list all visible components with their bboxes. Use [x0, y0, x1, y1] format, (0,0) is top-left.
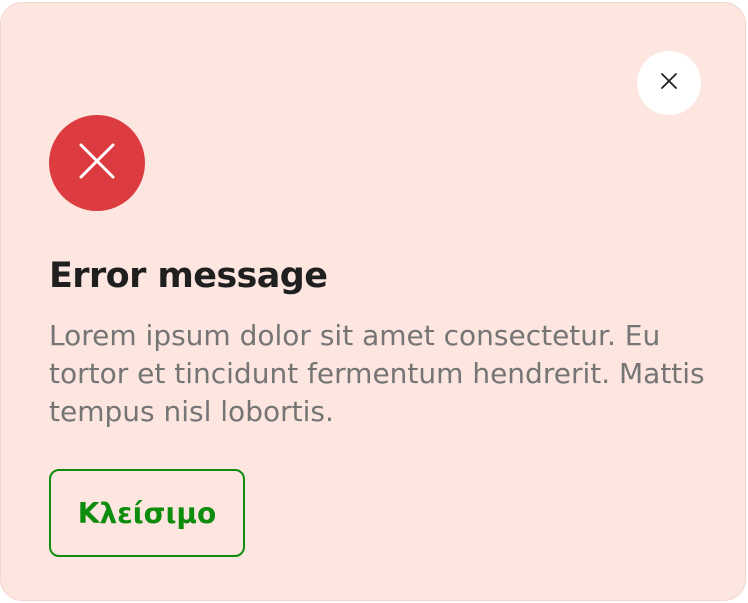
dialog-message: Lorem ipsum dolor sit amet consectetur. … — [49, 319, 705, 428]
error-dialog: Error message Lorem ipsum dolor sit amet… — [0, 2, 746, 601]
close-button[interactable] — [637, 51, 701, 115]
close-action-button[interactable]: Κλείσιμο — [49, 469, 245, 557]
close-icon — [659, 71, 679, 95]
error-icon-badge — [49, 115, 145, 211]
dialog-title: Error message — [49, 256, 328, 296]
error-x-icon — [77, 141, 117, 185]
close-action-label: Κλείσιμο — [77, 496, 217, 530]
